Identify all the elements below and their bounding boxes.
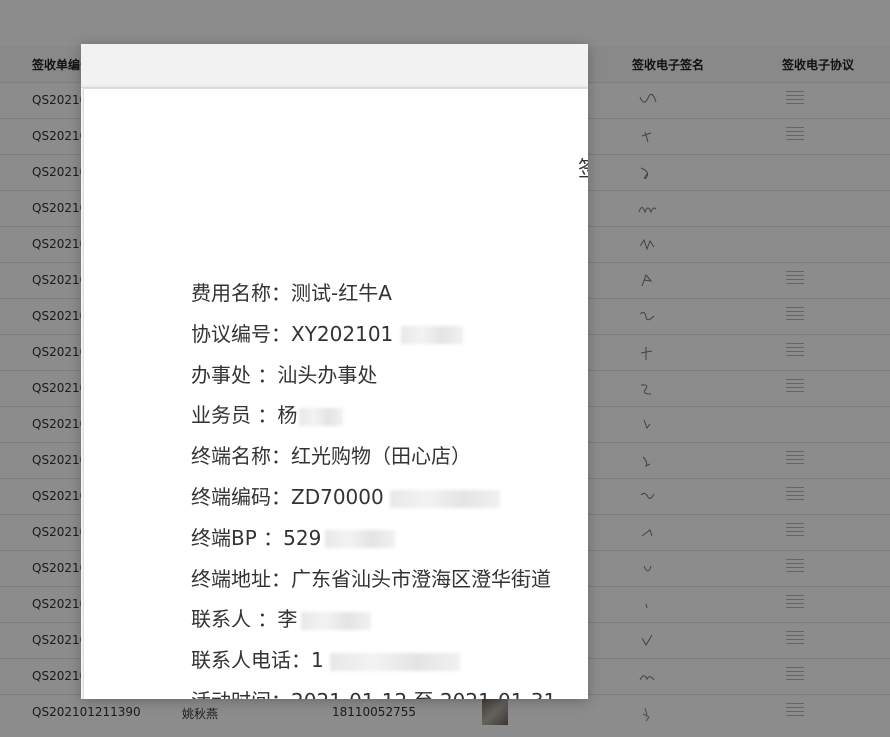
modal-header xyxy=(81,44,588,88)
field-label: 业务员 ： xyxy=(191,403,278,428)
field-value: 李 xyxy=(277,607,298,632)
field-value: XY202101 xyxy=(291,321,394,346)
redacted-mask xyxy=(401,326,464,345)
field-value: 2021-01-12 至 2021-01-31 xyxy=(291,685,556,699)
document-title: 签 xyxy=(578,153,588,183)
field-value: 广东省汕头市澄海区澄华街道 xyxy=(291,566,551,591)
field-value: 汕头办事处 xyxy=(277,362,378,387)
protocol-field: 费用名称：测试-红牛A xyxy=(191,277,392,307)
field-label: 终端名称： xyxy=(191,444,291,469)
protocol-field: 终端地址：广东省汕头市澄海区澄华街道 xyxy=(191,563,551,593)
redacted-mask xyxy=(299,407,344,426)
protocol-field: 业务员 ：杨 xyxy=(191,399,344,429)
field-value: 测试-红牛A xyxy=(291,281,392,305)
field-label: 费用名称： xyxy=(191,281,291,305)
field-value: 杨 xyxy=(277,403,298,428)
protocol-field: 终端编码：ZD70000 xyxy=(191,481,500,511)
field-label: 终端编码： xyxy=(191,485,291,509)
protocol-field: 终端名称：红光购物（田心店） xyxy=(191,440,471,470)
field-value: 红光购物（田心店） xyxy=(291,444,471,469)
redacted-mask xyxy=(301,611,372,630)
field-value: 529 xyxy=(283,525,322,550)
protocol-field: 活动时间：2021-01-12 至 2021-01-31 xyxy=(191,685,556,699)
field-label: 协议编号： xyxy=(191,321,291,346)
redacted-mask xyxy=(329,652,460,671)
field-label: 终端地址： xyxy=(191,566,291,591)
field-value: ZD70000 xyxy=(291,485,384,509)
redacted-mask xyxy=(325,530,396,549)
protocol-field: 终端BP ：529 xyxy=(191,522,396,552)
redacted-mask xyxy=(389,489,500,508)
field-label: 终端BP ： xyxy=(191,525,284,550)
field-value: 1 xyxy=(311,648,324,673)
field-label: 活动时间： xyxy=(191,685,291,699)
field-label: 联系人电话： xyxy=(191,648,311,673)
field-label: 办事处 ： xyxy=(191,362,278,387)
protocol-document: 签 费用名称：测试-红牛A协议编号：XY202101办事处 ：汕头办事处业务员 … xyxy=(83,88,588,699)
protocol-preview-modal: 签 费用名称：测试-红牛A协议编号：XY202101办事处 ：汕头办事处业务员 … xyxy=(81,44,588,699)
field-label: 联系人 ： xyxy=(191,607,278,632)
protocol-field: 办事处 ：汕头办事处 xyxy=(191,359,377,389)
protocol-field: 协议编号：XY202101 xyxy=(191,318,464,348)
protocol-field: 联系人 ：李 xyxy=(191,603,372,633)
protocol-field: 联系人电话：1 xyxy=(191,644,460,674)
